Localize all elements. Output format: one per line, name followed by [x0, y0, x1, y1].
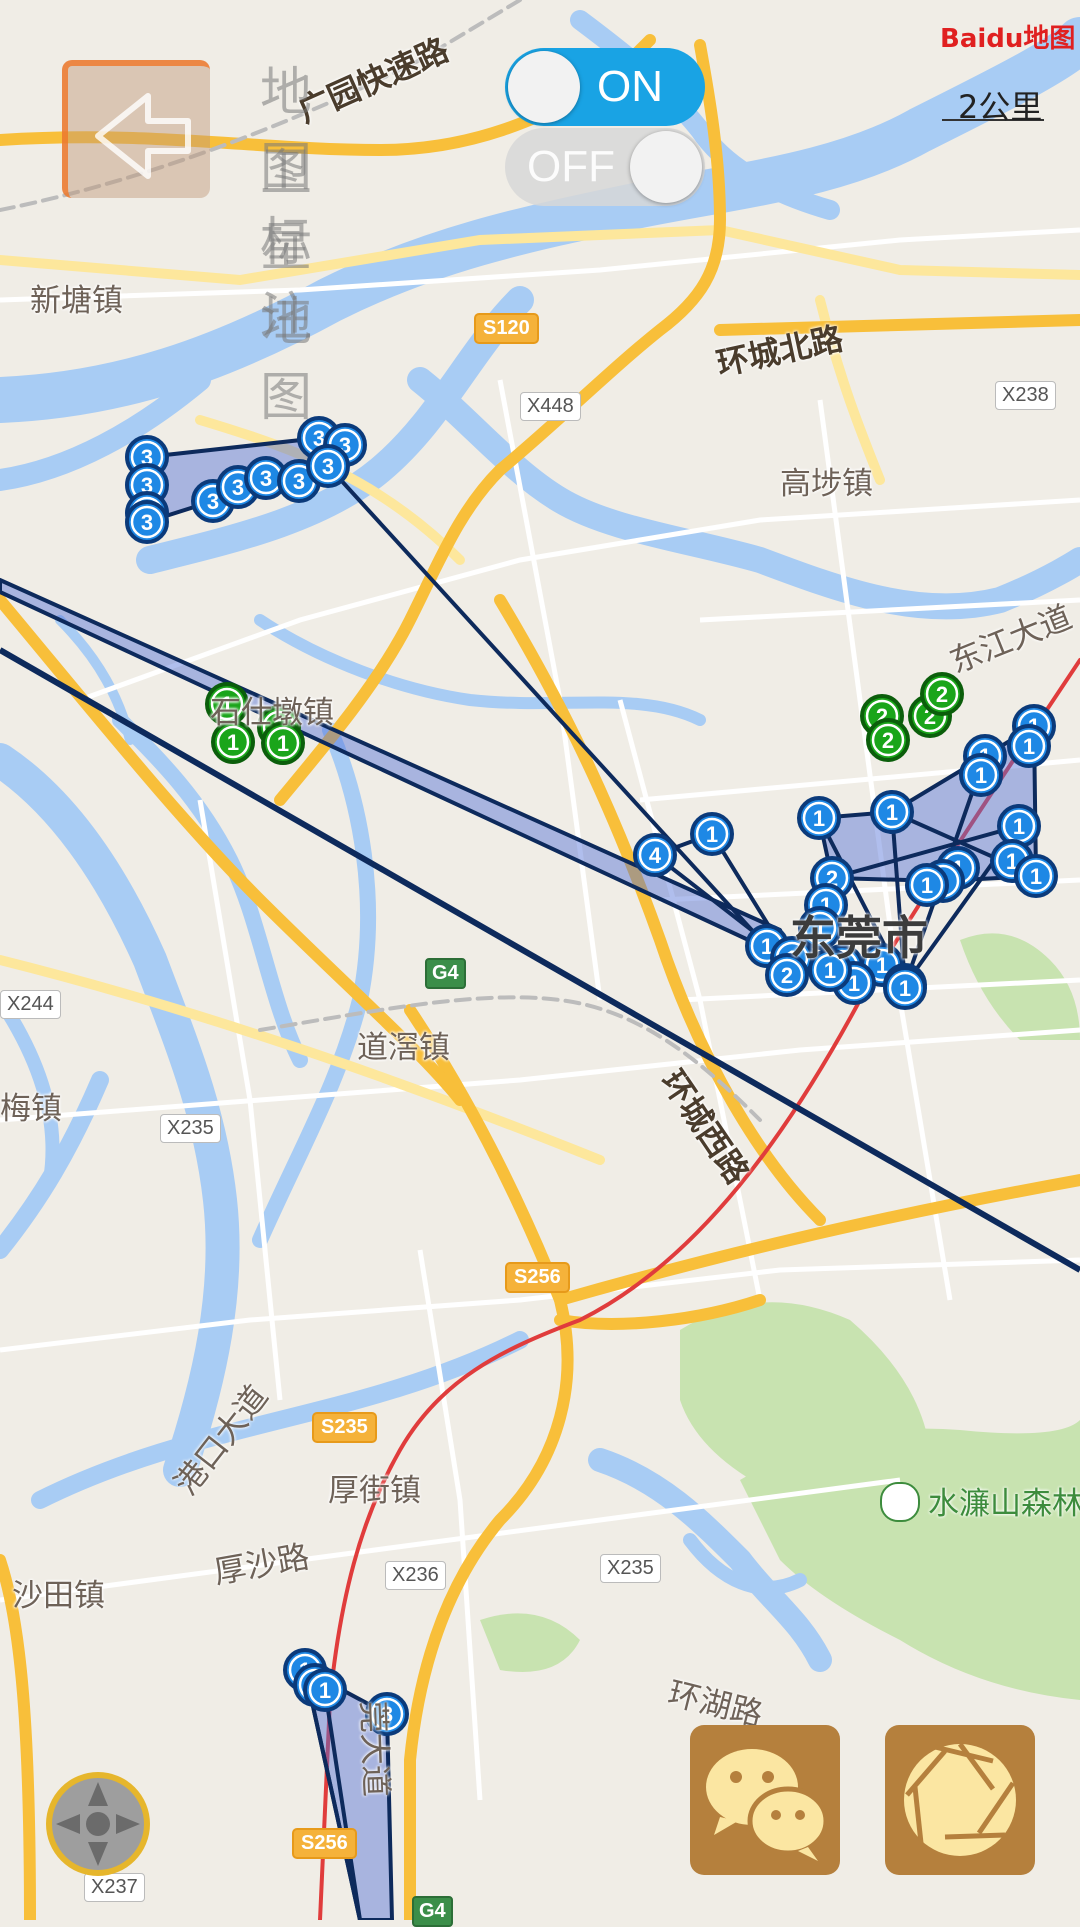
place-label-gaobu: 高埗镇: [780, 466, 873, 502]
cluster-marker[interactable]: 1: [1007, 724, 1051, 768]
road-label-guanjing: 莞大道: [354, 1700, 396, 1798]
baidu-logo: Baidu地图: [940, 18, 1075, 55]
cluster-count: 3: [260, 466, 272, 491]
cluster-marker[interactable]: 1: [870, 790, 914, 834]
road-shield-x235-south: X235: [600, 1554, 661, 1583]
back-button[interactable]: [62, 60, 210, 198]
cluster-marker[interactable]: 3: [306, 444, 350, 488]
road-shield-x236: X236: [385, 1561, 446, 1590]
forest-park-icon: [880, 1482, 920, 1522]
cluster-marker[interactable]: 4: [633, 833, 677, 877]
annotation-switch[interactable]: ON: [505, 48, 705, 126]
cluster-count: 3: [293, 469, 305, 494]
place-label-shuilian: 水濂山森林: [928, 1486, 1080, 1522]
cluster-marker[interactable]: 2: [920, 672, 964, 716]
cluster-marker[interactable]: 1: [959, 753, 1003, 797]
cluster-count: 2: [936, 682, 948, 707]
cluster-count: 1: [319, 1678, 331, 1703]
cluster-marker[interactable]: 1: [997, 804, 1041, 848]
cluster-count: 3: [141, 510, 153, 535]
cluster-marker[interactable]: 1: [1014, 854, 1058, 898]
back-icon: [95, 93, 191, 179]
cluster-count: 1: [706, 822, 718, 847]
cluster-count: 1: [899, 976, 911, 1001]
road-shield-g4-south: G4: [412, 1896, 453, 1927]
cluster-count: 1: [277, 731, 289, 756]
city-label-dongguan: 东莞市: [790, 911, 928, 965]
toggle-label-satellite: 卫星地图: [260, 143, 313, 428]
road-shield-x235: X235: [160, 1114, 221, 1143]
place-label-daojiao: 道滘镇: [357, 1030, 450, 1066]
road-shield-x448: X448: [520, 392, 581, 421]
road-shield-s256: S256: [505, 1262, 570, 1293]
wechat-share-button[interactable]: [690, 1725, 840, 1875]
cluster-marker[interactable]: 1: [797, 796, 841, 840]
cluster-count: 1: [813, 806, 825, 831]
road-shield-g4: G4: [425, 958, 466, 989]
cluster-count: 3: [322, 454, 334, 479]
switch-state: OFF: [527, 142, 615, 191]
road-shield-s256-south: S256: [292, 1828, 357, 1859]
cluster-count: 4: [649, 843, 662, 868]
place-label-shidun: 石仕墩镇: [210, 695, 334, 731]
cluster-marker[interactable]: 1: [883, 966, 927, 1010]
cluster-marker[interactable]: 3: [125, 500, 169, 544]
cluster-count: 2: [882, 728, 894, 753]
cluster-marker[interactable]: 1: [690, 812, 734, 856]
satellite-switch[interactable]: OFF: [505, 128, 705, 206]
switch-knob: [508, 51, 580, 123]
camera-aperture-icon: [904, 1742, 1016, 1856]
wechat-icon: [706, 1749, 829, 1861]
cluster-count: 1: [227, 730, 239, 755]
scale-label: 2公里: [958, 88, 1043, 126]
place-label-xintang: 新塘镇: [30, 283, 123, 319]
cluster-count: 1: [975, 763, 987, 788]
locate-button[interactable]: [46, 1772, 150, 1876]
cluster-marker[interactable]: 1: [303, 1668, 347, 1712]
cluster-count: 1: [1030, 864, 1042, 889]
road-shield-x238: X238: [995, 381, 1056, 410]
road-shield-s120: S120: [474, 313, 539, 344]
road-shield-s235: S235: [312, 1412, 377, 1443]
switch-knob: [630, 131, 702, 203]
road-shield-x237: X237: [84, 1873, 145, 1902]
place-label-mei: 梅镇: [0, 1091, 62, 1127]
locate-icon: [52, 1778, 144, 1870]
road-shield-x244: X244: [0, 990, 61, 1019]
baidu-logo-text: Baidu地图: [940, 24, 1076, 54]
cluster-count: 3: [232, 475, 244, 500]
switch-state: ON: [597, 62, 663, 111]
cluster-count: 1: [1023, 734, 1035, 759]
cluster-marker[interactable]: 2: [866, 718, 910, 762]
place-label-shatian: 沙田镇: [12, 1578, 105, 1614]
place-label-houjie: 厚街镇: [328, 1473, 421, 1509]
camera-button[interactable]: [885, 1725, 1035, 1875]
cluster-count: 1: [1013, 814, 1025, 839]
cluster-count: 1: [921, 873, 933, 898]
cluster-count: 1: [886, 800, 898, 825]
cluster-marker[interactable]: 1: [905, 863, 949, 907]
